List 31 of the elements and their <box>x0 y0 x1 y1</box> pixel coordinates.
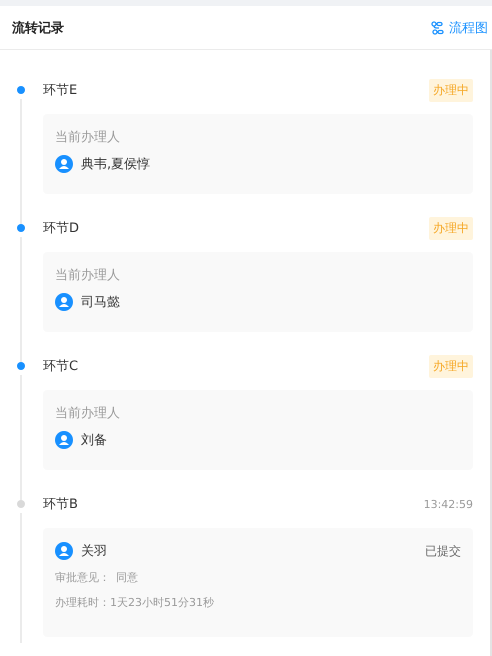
timeline-dot <box>17 500 25 508</box>
duration-value: 1天23小时51分31秒 <box>110 595 214 610</box>
step-title: 环节D <box>43 220 80 237</box>
user-icon <box>55 431 73 449</box>
handler-label: 当前办理人 <box>55 267 121 284</box>
flowchart-link[interactable]: 流程图 <box>430 18 488 36</box>
handler-label: 当前办理人 <box>55 405 121 422</box>
user-icon <box>55 293 73 311</box>
flowchart-icon <box>430 20 444 34</box>
handler-name: 司马懿 <box>81 294 120 311</box>
timeline-dot <box>17 86 25 94</box>
status-badge: 办理中 <box>429 216 473 240</box>
step-title: 环节C <box>43 358 78 375</box>
duration-label: 办理耗时： <box>55 595 110 610</box>
step-time: 13:42:59 <box>424 498 473 510</box>
handler-name: 刘备 <box>81 432 107 449</box>
opinion-label: 审批意见： <box>55 570 110 585</box>
timeline-dot <box>17 362 25 370</box>
submit-status: 已提交 <box>425 542 461 560</box>
opinion-value: 同意 <box>116 570 138 585</box>
panel-title: 流转记录 <box>12 20 64 36</box>
timeline-dot <box>17 224 25 232</box>
handler-name: 关羽 <box>81 543 107 560</box>
step-title: 环节E <box>43 82 78 99</box>
handler-label: 当前办理人 <box>55 129 121 146</box>
user-icon <box>55 542 73 560</box>
handler-name: 典韦,夏侯惇 <box>81 156 150 173</box>
user-icon <box>55 155 73 173</box>
status-badge: 办理中 <box>429 78 473 102</box>
step-title: 环节B <box>43 496 78 513</box>
status-badge: 办理中 <box>429 354 473 378</box>
